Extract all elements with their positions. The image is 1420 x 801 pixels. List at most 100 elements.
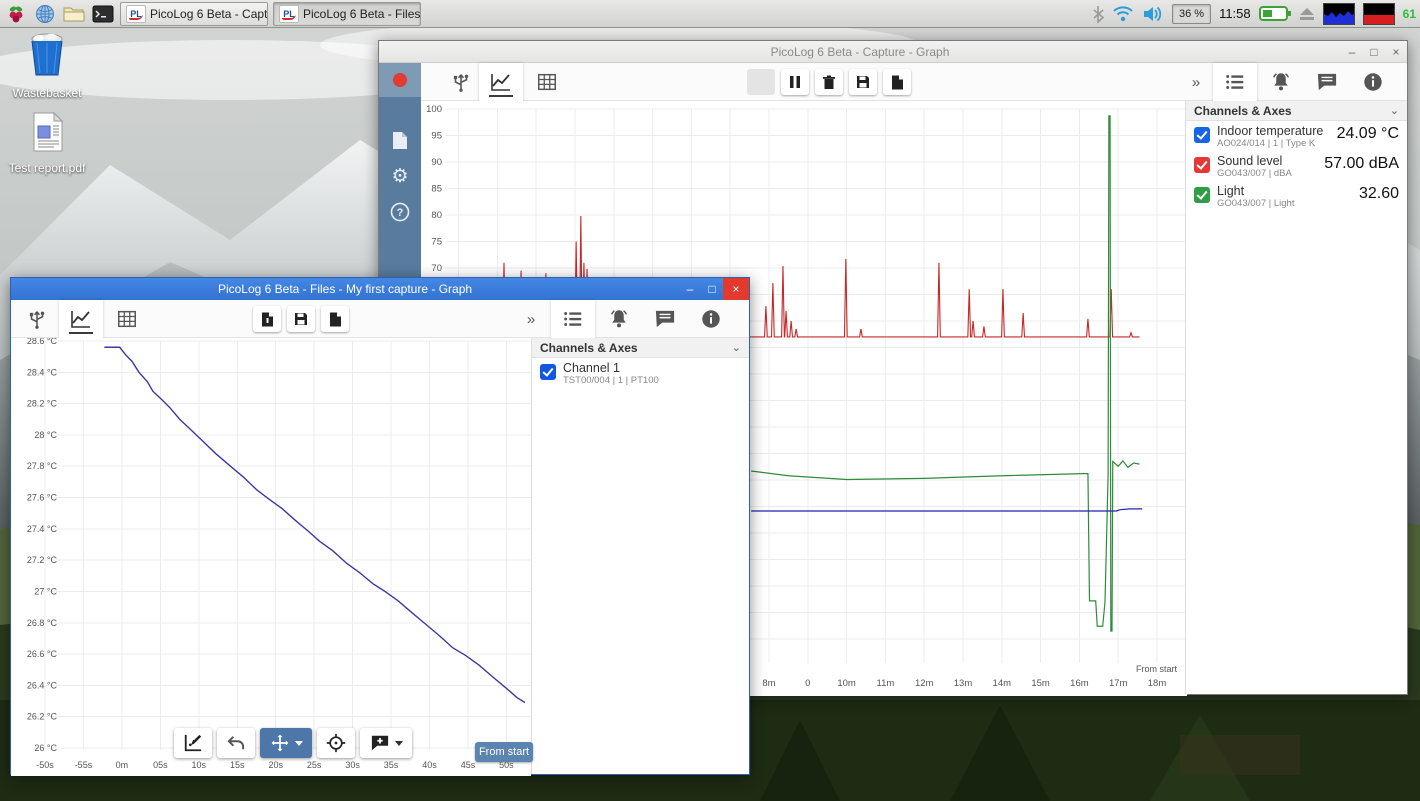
- tab-alarms-panel[interactable]: [597, 300, 641, 338]
- tab-table[interactable]: [105, 300, 149, 338]
- channel-value: 57.00 dBA: [1324, 155, 1399, 173]
- annotation-button[interactable]: [360, 728, 412, 758]
- info-icon: [700, 308, 722, 330]
- help-button[interactable]: ?: [379, 197, 421, 227]
- close-button[interactable]: ×: [723, 278, 749, 300]
- tab-graph[interactable]: [479, 63, 523, 101]
- svg-text:16m: 16m: [1070, 678, 1089, 689]
- more-tools-chevron[interactable]: »: [516, 300, 546, 338]
- export-button[interactable]: [883, 69, 911, 95]
- system-tray: 36 % 11:58 61: [1092, 3, 1416, 25]
- eject-icon[interactable]: [1299, 7, 1315, 21]
- svg-text:10m: 10m: [837, 678, 856, 689]
- pause-button[interactable]: [781, 69, 809, 95]
- channel-checkbox[interactable]: [1194, 157, 1210, 173]
- zoom-to-data-button[interactable]: [174, 728, 212, 758]
- files-titlebar[interactable]: PicoLog 6 Beta - Files - My first captur…: [11, 278, 749, 300]
- tab-devices[interactable]: [439, 63, 483, 101]
- tab-table[interactable]: [525, 63, 569, 101]
- tab-channels-panel[interactable]: [1213, 63, 1257, 101]
- capture-titlebar[interactable]: PicoLog 6 Beta - Capture - Graph – □ ×: [379, 41, 1407, 63]
- list-icon: [562, 309, 584, 329]
- tab-devices[interactable]: [15, 300, 59, 338]
- bell-icon: [608, 308, 630, 330]
- battery-icon[interactable]: [1259, 5, 1291, 22]
- terminal-icon[interactable]: [91, 2, 115, 26]
- delete-capture-button[interactable]: [815, 69, 843, 95]
- maximize-button[interactable]: □: [1363, 41, 1385, 62]
- files-graph-area[interactable]: -50s-55s0m05s10s15s20s25s30s35s40s45s50s…: [11, 338, 531, 776]
- clock[interactable]: 11:58: [1219, 6, 1251, 21]
- svg-text:28.6 °C: 28.6 °C: [27, 338, 58, 346]
- help-icon: ?: [390, 202, 410, 222]
- document-icon: [392, 131, 408, 150]
- desktop-icon-test-report[interactable]: Test report.pdf: [2, 112, 92, 175]
- pdf-file-icon: [29, 112, 65, 152]
- maximize-button[interactable]: □: [701, 278, 723, 300]
- svg-text:26.6 °C: 26.6 °C: [27, 649, 58, 659]
- bluetooth-icon[interactable]: [1092, 5, 1104, 23]
- more-tools-chevron[interactable]: »: [1181, 63, 1211, 101]
- tab-notes-panel[interactable]: [1305, 63, 1349, 101]
- svg-text:15s: 15s: [230, 760, 245, 770]
- tab-info-panel[interactable]: [689, 300, 733, 338]
- file-manager-icon[interactable]: [62, 2, 86, 26]
- channel-checkbox[interactable]: [1194, 127, 1210, 143]
- channel-checkbox[interactable]: [1194, 187, 1210, 203]
- tab-channels-panel[interactable]: [551, 300, 595, 338]
- open-file-button[interactable]: [253, 306, 281, 332]
- channel-row-sound-level[interactable]: Sound level GO043/007 | dBA 57.00 dBA: [1186, 151, 1407, 181]
- save-button[interactable]: [287, 306, 315, 332]
- svg-text:75: 75: [431, 237, 442, 248]
- export-file-icon: [891, 75, 904, 90]
- save-button[interactable]: [849, 69, 877, 95]
- picolog-logo: PL: [126, 5, 146, 23]
- settings-button[interactable]: ⚙: [379, 161, 421, 191]
- browser-icon[interactable]: [33, 2, 57, 26]
- undo-icon: [226, 735, 246, 751]
- tab-alarms-panel[interactable]: [1259, 63, 1303, 101]
- tab-graph[interactable]: [59, 300, 103, 338]
- tab-notes-panel[interactable]: [643, 300, 687, 338]
- volume-icon[interactable]: [1142, 5, 1164, 23]
- channel-row-indoor-temperature[interactable]: Indoor temperature AO024/014 | 1 | Type …: [1186, 121, 1407, 151]
- from-start-button[interactable]: From start: [475, 742, 533, 762]
- chevron-down-icon: ⌄: [1390, 104, 1399, 117]
- svg-text:12m: 12m: [915, 678, 934, 689]
- svg-text:14m: 14m: [993, 678, 1012, 689]
- devices-page-button[interactable]: [379, 125, 421, 155]
- svg-text:26.2 °C: 26.2 °C: [27, 712, 58, 722]
- tab-info-panel[interactable]: [1351, 63, 1395, 101]
- gear-icon: ⚙: [391, 165, 408, 187]
- taskbar-app-capture[interactable]: PL PicoLog 6 Beta - Capt...: [120, 2, 268, 26]
- resume-button: [747, 69, 775, 95]
- double-chevron-icon: »: [1192, 74, 1200, 91]
- dropdown-caret-icon: [395, 741, 403, 746]
- undo-button[interactable]: [217, 728, 255, 758]
- temp-history-graph: [1363, 3, 1395, 25]
- crosshair-button[interactable]: [317, 728, 355, 758]
- cpu-usage-applet[interactable]: 36 %: [1172, 4, 1211, 24]
- channel-row-channel1[interactable]: Channel 1 TST00/004 | 1 | PT100: [532, 358, 749, 388]
- minimize-button[interactable]: –: [1341, 41, 1363, 62]
- record-button[interactable]: [379, 63, 421, 97]
- svg-text:-50s: -50s: [36, 760, 54, 770]
- channel-checkbox[interactable]: [540, 364, 556, 380]
- temp-value: 61: [1403, 7, 1416, 21]
- files-channels-panel: Channels & Axes ⌄ Channel 1 TST00/004 | …: [531, 338, 749, 774]
- minimize-button[interactable]: –: [679, 278, 701, 300]
- taskbar-app-files[interactable]: PL PicoLog 6 Beta - Files...: [273, 2, 421, 26]
- svg-text:35s: 35s: [384, 760, 399, 770]
- channels-axes-header[interactable]: Channels & Axes ⌄: [1186, 101, 1407, 121]
- export-button[interactable]: [321, 306, 349, 332]
- raspberry-menu-icon[interactable]: [4, 2, 28, 26]
- desktop-icon-wastebasket[interactable]: Wastebasket: [2, 33, 92, 100]
- svg-text:45s: 45s: [461, 760, 476, 770]
- trash-icon: [822, 75, 836, 90]
- wifi-icon[interactable]: [1112, 5, 1134, 22]
- close-button[interactable]: ×: [1385, 41, 1407, 62]
- channel-row-light[interactable]: Light GO043/007 | Light 32.60: [1186, 181, 1407, 211]
- pan-mode-button[interactable]: [260, 728, 312, 758]
- chevron-down-icon: ⌄: [732, 341, 741, 354]
- channels-axes-header[interactable]: Channels & Axes ⌄: [532, 338, 749, 358]
